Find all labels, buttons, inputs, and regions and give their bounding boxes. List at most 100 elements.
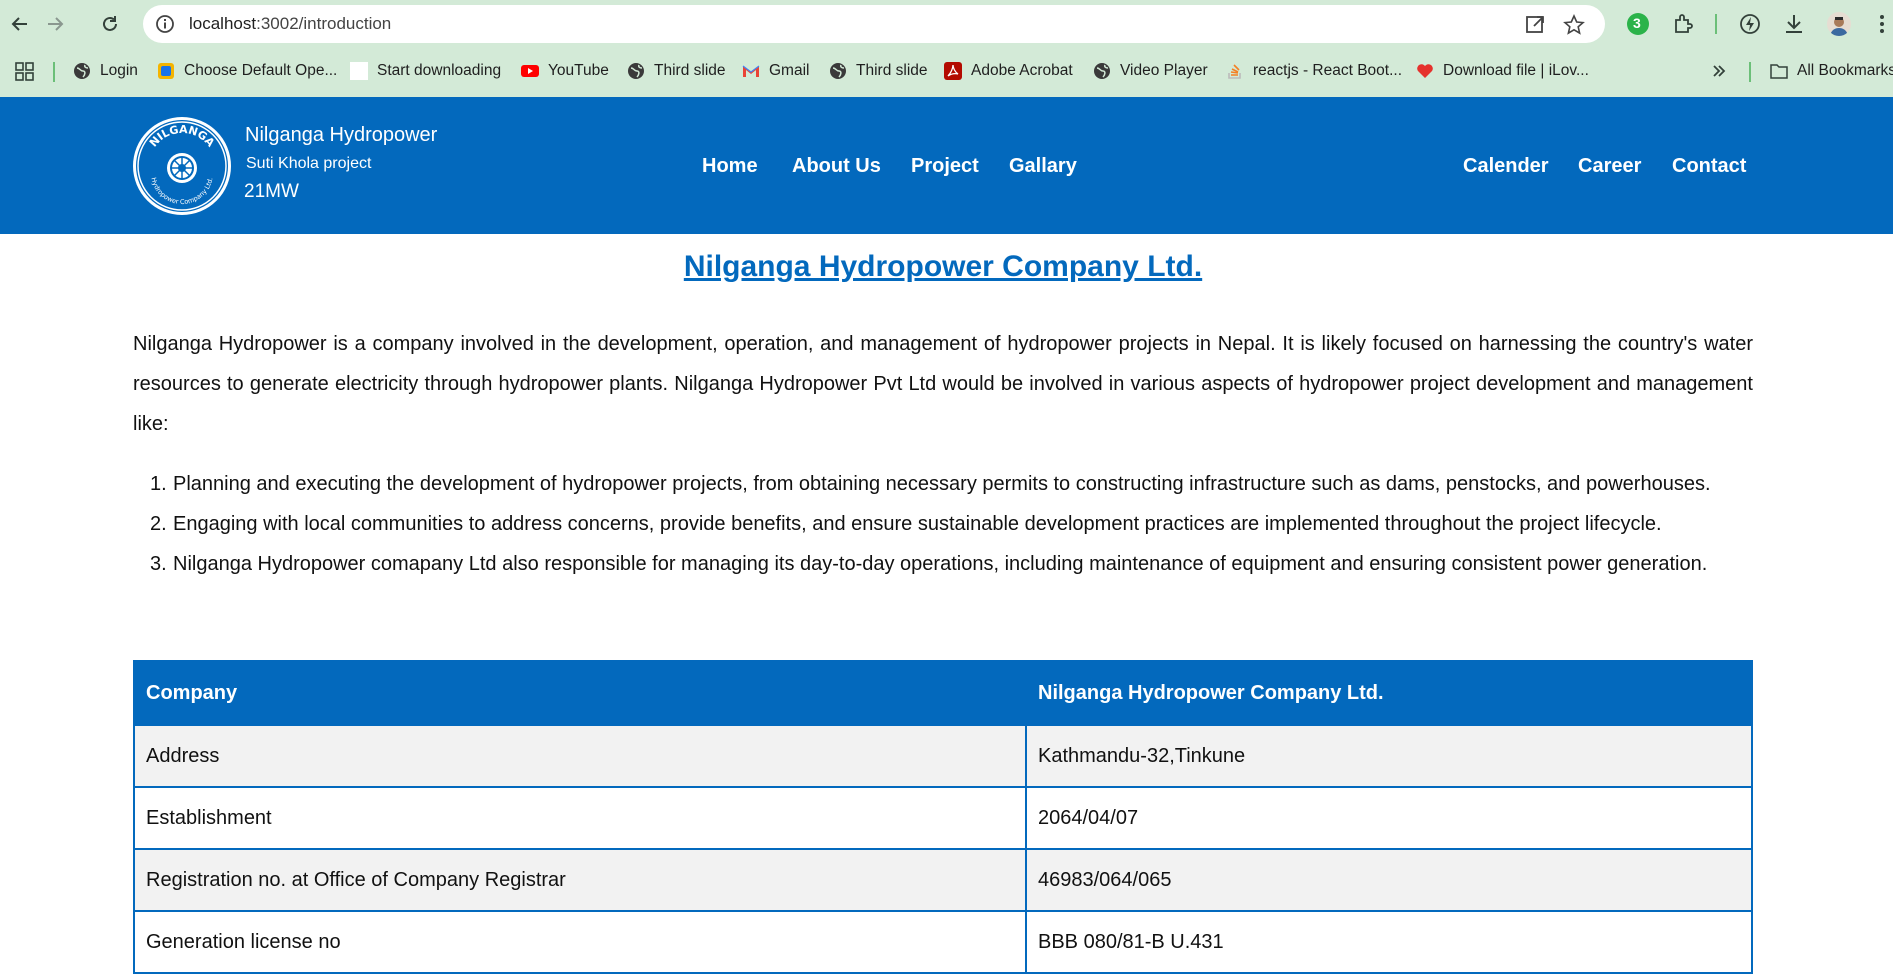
table-cell-key: Address bbox=[133, 724, 1027, 788]
toolbar-divider bbox=[1715, 14, 1717, 34]
extension-badge-count: 3 bbox=[1633, 15, 1641, 31]
table-header-cell: Company bbox=[133, 660, 1027, 726]
performance-icon[interactable] bbox=[1738, 12, 1762, 36]
more-bookmarks-chevron-icon[interactable] bbox=[1712, 64, 1726, 78]
nav-calender[interactable]: Calender bbox=[1463, 155, 1549, 178]
back-arrow-icon bbox=[11, 17, 27, 31]
bookmarks-divider bbox=[1749, 62, 1751, 82]
table-row: Address Kathmandu-32,Tinkune bbox=[133, 724, 1753, 788]
table-row: Establishment 2064/04/07 bbox=[133, 786, 1753, 850]
list-item: 2. Engaging with local communities to add… bbox=[133, 504, 1753, 544]
bookmark-label: Third slide bbox=[654, 62, 726, 79]
all-bookmarks-label: All Bookmarks bbox=[1797, 62, 1893, 79]
apps-grid-icon[interactable] bbox=[15, 62, 35, 82]
list-item-text: Planning and executing the development o… bbox=[173, 473, 1711, 495]
list-item: 3. Nilganga Hydropower comapany Ltd also … bbox=[133, 544, 1753, 584]
company-info-table: Company Nilganga Hydropower Company Ltd.… bbox=[133, 660, 1753, 974]
bookmark-star-icon[interactable] bbox=[1563, 14, 1585, 36]
bookmark-label: Gmail bbox=[769, 62, 810, 79]
globe-icon bbox=[830, 63, 846, 79]
bookmark-label: Adobe Acrobat bbox=[971, 62, 1073, 79]
browser-menu-icon[interactable] bbox=[1870, 12, 1893, 36]
browser-chrome: localhost:3002/introduction 3 Login Choo… bbox=[0, 0, 1893, 97]
download-icon[interactable] bbox=[1782, 12, 1806, 36]
bookmark-youtube[interactable]: YouTube bbox=[521, 60, 609, 82]
all-bookmarks-folder[interactable]: All Bookmarks bbox=[1770, 60, 1893, 82]
table-cell-key: Registration no. at Office of Company Re… bbox=[133, 848, 1027, 912]
table-cell-key: Establishment bbox=[133, 786, 1027, 850]
bookmark-video-player[interactable]: Video Player bbox=[1093, 60, 1208, 82]
reload-button[interactable] bbox=[94, 8, 126, 40]
open-in-app-icon[interactable] bbox=[1524, 14, 1546, 36]
folder-icon bbox=[1770, 64, 1788, 79]
table-cell-key: Generation license no bbox=[133, 910, 1027, 974]
bookmark-gmail[interactable]: Gmail bbox=[742, 60, 809, 82]
back-button[interactable] bbox=[4, 8, 36, 40]
blank-page-icon bbox=[350, 62, 368, 80]
brand-capacity: 21MW bbox=[244, 181, 299, 202]
bookmark-label: Video Player bbox=[1120, 62, 1208, 79]
site-info-icon[interactable] bbox=[155, 14, 175, 34]
extension-badge-icon[interactable]: 3 bbox=[1626, 12, 1650, 36]
avatar-icon bbox=[1830, 17, 1848, 36]
page-title: Nilganga Hydropower Company Ltd. bbox=[683, 250, 1203, 283]
forward-arrow-icon bbox=[48, 17, 64, 31]
bookmark-download-file[interactable]: Download file | iLov... bbox=[1416, 60, 1589, 82]
table-row: Registration no. at Office of Company Re… bbox=[133, 848, 1753, 912]
forward-button[interactable] bbox=[39, 8, 71, 40]
bookmark-start-downloading[interactable]: Start downloading bbox=[350, 60, 501, 82]
youtube-icon bbox=[521, 65, 539, 77]
bookmark-label: reactjs - React Boot... bbox=[1253, 62, 1403, 79]
site-header: NILGANGA Hydropower Company Ltd. Nilgang… bbox=[0, 97, 1893, 234]
bookmark-label: Choose Default Ope... bbox=[184, 62, 338, 79]
table-header-row: Company Nilganga Hydropower Company Ltd. bbox=[133, 660, 1753, 726]
profile-avatar[interactable] bbox=[1827, 12, 1851, 36]
globe-icon bbox=[1094, 63, 1110, 79]
table-row: Generation license no BBB 080/81-B U.431 bbox=[133, 910, 1753, 974]
bookmark-label: YouTube bbox=[548, 62, 609, 79]
nav-home[interactable]: Home bbox=[702, 155, 758, 178]
table-cell-value: BBB 080/81-B U.431 bbox=[1025, 910, 1753, 974]
bookmark-adobe-acrobat[interactable]: Adobe Acrobat bbox=[944, 60, 1073, 82]
nav-career[interactable]: Career bbox=[1578, 155, 1641, 178]
bookmark-third-slide-2[interactable]: Third slide bbox=[829, 60, 928, 82]
nav-gallary[interactable]: Gallary bbox=[1009, 155, 1077, 178]
bookmark-choose-default[interactable]: Choose Default Ope... bbox=[157, 60, 337, 82]
bookmark-reactjs[interactable]: reactjs - React Boot... bbox=[1226, 60, 1402, 82]
reload-icon bbox=[103, 16, 117, 31]
list-number: 1. bbox=[150, 473, 167, 495]
nav-project[interactable]: Project bbox=[911, 155, 979, 178]
bookmark-login[interactable]: Login bbox=[73, 60, 138, 82]
globe-icon bbox=[74, 63, 90, 79]
table-header-cell: Nilganga Hydropower Company Ltd. bbox=[1025, 660, 1753, 726]
acrobat-icon bbox=[944, 62, 962, 80]
extensions-puzzle-icon[interactable] bbox=[1672, 12, 1696, 36]
brand-project: Suti Khola project bbox=[246, 155, 372, 172]
stackoverflow-icon bbox=[1228, 64, 1241, 79]
nav-about-us[interactable]: About Us bbox=[792, 155, 881, 178]
list-number: 3. bbox=[150, 553, 167, 575]
url-text[interactable]: localhost:3002/introduction bbox=[189, 14, 391, 34]
bookmark-label: Third slide bbox=[856, 62, 928, 79]
list-number: 2. bbox=[150, 513, 167, 535]
gmail-icon bbox=[742, 65, 760, 77]
nav-contact[interactable]: Contact bbox=[1672, 155, 1746, 178]
bookmark-label: Download file | iLov... bbox=[1443, 62, 1589, 79]
bookmark-label: Login bbox=[100, 62, 138, 79]
bookmarks-bar: Login Choose Default Ope... Start downlo… bbox=[0, 56, 1893, 84]
list-item: 1. Planning and executing the development… bbox=[133, 464, 1753, 504]
company-logo[interactable]: NILGANGA Hydropower Company Ltd. bbox=[131, 115, 233, 217]
url-host: localhost bbox=[189, 14, 257, 33]
list-item-text: Engaging with local communities to addre… bbox=[173, 513, 1662, 535]
intro-paragraph: Nilganga Hydropower is a company involve… bbox=[133, 333, 1753, 435]
bookmarks-divider bbox=[53, 62, 55, 82]
bookmark-third-slide-1[interactable]: Third slide bbox=[627, 60, 726, 82]
url-path: :3002/introduction bbox=[256, 14, 392, 33]
nilganga-logo-icon: NILGANGA Hydropower Company Ltd. bbox=[133, 117, 231, 215]
bookmark-label: Start downloading bbox=[377, 62, 502, 79]
address-bar[interactable]: localhost:3002/introduction bbox=[143, 5, 1605, 43]
list-item-text: Nilganga Hydropower comapany Ltd also re… bbox=[173, 553, 1708, 575]
table-cell-value: 46983/064/065 bbox=[1025, 848, 1753, 912]
table-cell-value: Kathmandu-32,Tinkune bbox=[1025, 724, 1753, 788]
activities-list: 1. Planning and executing the development… bbox=[133, 464, 1753, 584]
